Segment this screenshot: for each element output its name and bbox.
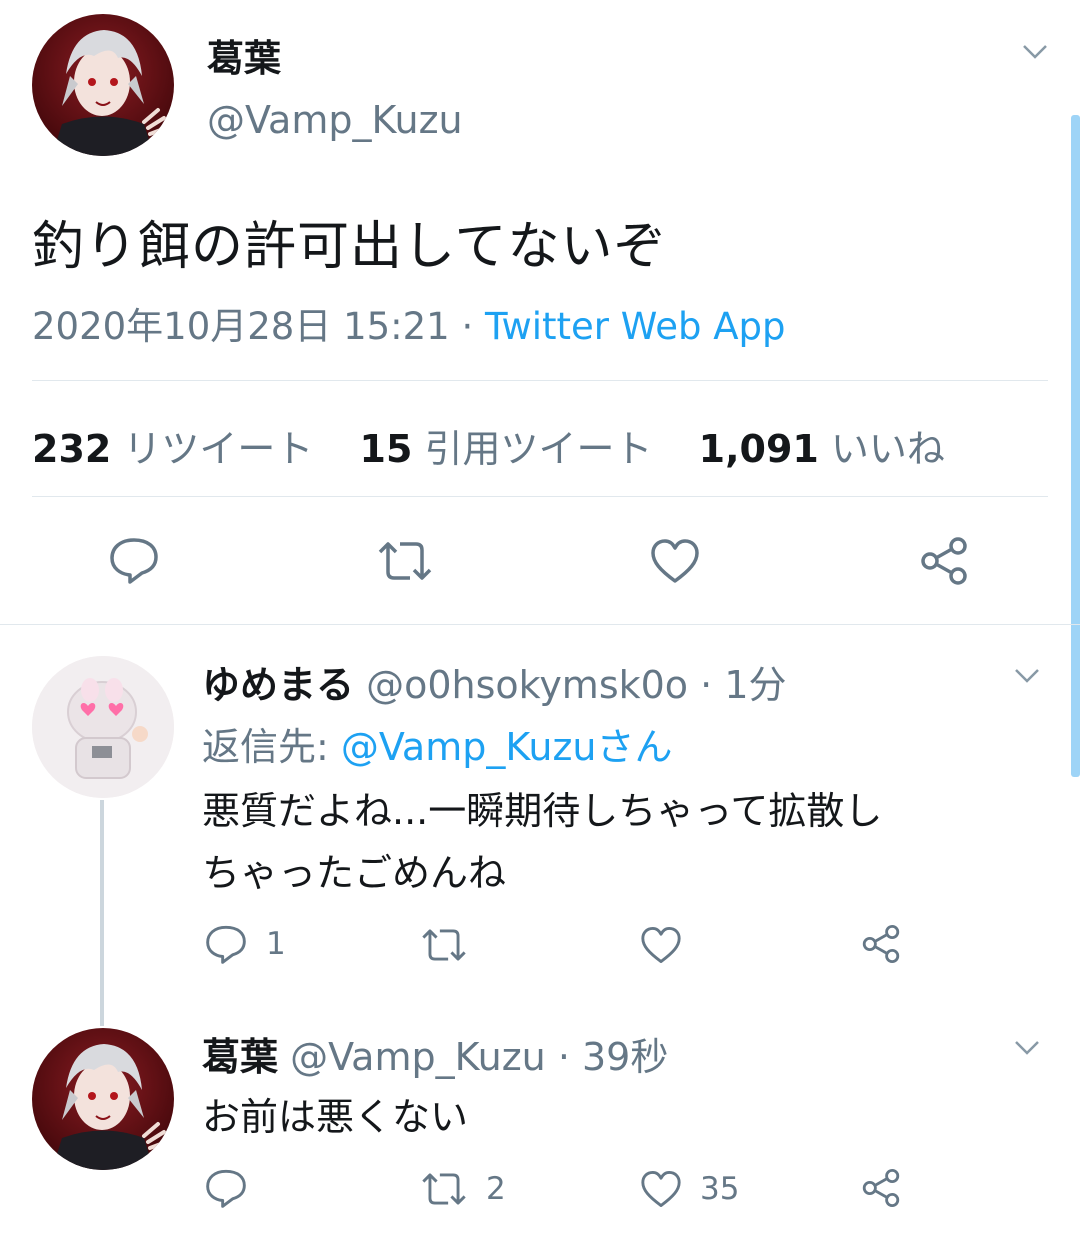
quotes-stat[interactable]: 15 引用ツイート bbox=[360, 427, 665, 471]
retweets-count: 232 bbox=[32, 427, 112, 471]
reply-to-line: 返信先: @Vamp_Kuzuさん bbox=[202, 716, 673, 771]
reply-display-name[interactable]: 葛葉 bbox=[202, 1035, 278, 1079]
retweet-icon bbox=[376, 538, 434, 584]
retweet-icon bbox=[420, 926, 468, 964]
likes-label: いいね bbox=[830, 427, 945, 471]
like-button[interactable]: 35 bbox=[640, 1170, 739, 1208]
retweets-label: リツイート bbox=[123, 427, 314, 471]
like-button[interactable] bbox=[650, 538, 700, 584]
divider bbox=[32, 496, 1048, 497]
reply-button[interactable] bbox=[204, 1168, 266, 1208]
reply-display-name[interactable]: ゆめまる bbox=[202, 663, 354, 707]
reply-button[interactable]: 1 bbox=[204, 924, 286, 964]
share-button[interactable] bbox=[918, 536, 970, 586]
scrollbar[interactable] bbox=[1071, 115, 1080, 777]
reply-text: お前は悪くない bbox=[202, 1095, 469, 1139]
reply-text-line2: ちゃったごめんね bbox=[202, 851, 507, 895]
section-divider bbox=[0, 624, 1080, 625]
chevron-down-icon[interactable] bbox=[1014, 668, 1040, 684]
thread-connector bbox=[100, 800, 104, 1026]
share-icon bbox=[860, 1168, 902, 1208]
like-icon bbox=[640, 1170, 682, 1208]
like-icon bbox=[640, 926, 682, 964]
reply-icon bbox=[204, 1168, 248, 1208]
reply-icon bbox=[108, 536, 160, 584]
tweet-date: 2020年10月28日 15:21 bbox=[32, 305, 450, 348]
retweet-count: 2 bbox=[486, 1171, 506, 1207]
retweets-stat[interactable]: 232 リツイート bbox=[32, 427, 326, 471]
share-icon bbox=[860, 924, 902, 964]
quotes-label: 引用ツイート bbox=[424, 427, 653, 471]
share-button[interactable] bbox=[860, 924, 902, 964]
reply-icon bbox=[204, 924, 248, 964]
retweet-icon bbox=[420, 1170, 468, 1208]
author-handle[interactable]: @Vamp_Kuzu bbox=[207, 98, 463, 142]
author-avatar[interactable] bbox=[32, 14, 174, 156]
likes-stat[interactable]: 1,091 いいね bbox=[699, 427, 945, 471]
reply-text-line1: 悪質だよね...一瞬期待しちゃって拡散し bbox=[202, 789, 883, 833]
tweet-meta: 2020年10月28日 15:21 · Twitter Web App bbox=[32, 296, 786, 350]
reply-button[interactable] bbox=[108, 536, 160, 584]
likes-count: 1,091 bbox=[698, 427, 819, 471]
reply-count: 1 bbox=[266, 926, 286, 962]
tweet-stats: 232 リツイート 15 引用ツイート 1,091 いいね bbox=[32, 418, 945, 473]
author-display-name[interactable]: 葛葉 bbox=[207, 28, 281, 82]
chevron-down-icon[interactable] bbox=[1014, 1040, 1040, 1056]
chevron-down-icon[interactable] bbox=[1022, 44, 1048, 60]
reply-avatar[interactable] bbox=[32, 656, 174, 798]
like-count: 35 bbox=[700, 1171, 740, 1207]
reply-to-handle[interactable]: @Vamp_Kuzu bbox=[341, 725, 597, 769]
reply-time[interactable]: 1分 bbox=[724, 663, 786, 707]
like-icon bbox=[650, 538, 700, 584]
retweet-button[interactable] bbox=[420, 926, 486, 964]
like-button[interactable] bbox=[640, 926, 700, 964]
share-icon bbox=[918, 536, 970, 586]
tweet-source-link[interactable]: Twitter Web App bbox=[485, 305, 785, 348]
meta-separator: · bbox=[461, 305, 474, 348]
quotes-count: 15 bbox=[359, 427, 413, 471]
reply-header: ゆめまる @o0hsokymsk0o · 1分 bbox=[202, 654, 787, 709]
reply-avatar[interactable] bbox=[32, 1028, 174, 1170]
retweet-button[interactable]: 2 bbox=[420, 1170, 506, 1208]
reply-header: 葛葉 @Vamp_Kuzu · 39秒 bbox=[202, 1026, 668, 1081]
reply-to-prefix: 返信先: bbox=[202, 725, 341, 769]
reply-handle[interactable]: @o0hsokymsk0o bbox=[366, 663, 688, 707]
tweet-text: 釣り餌の許可出してないぞ bbox=[32, 217, 667, 277]
share-button[interactable] bbox=[860, 1168, 902, 1208]
retweet-button[interactable] bbox=[376, 538, 434, 584]
reply-separator: · bbox=[700, 663, 713, 707]
reply-handle[interactable]: @Vamp_Kuzu bbox=[290, 1035, 546, 1079]
reply-separator: · bbox=[557, 1035, 570, 1079]
reply-time[interactable]: 39秒 bbox=[582, 1035, 668, 1079]
divider bbox=[32, 380, 1048, 381]
reply-to-suffix: さん bbox=[596, 725, 673, 769]
